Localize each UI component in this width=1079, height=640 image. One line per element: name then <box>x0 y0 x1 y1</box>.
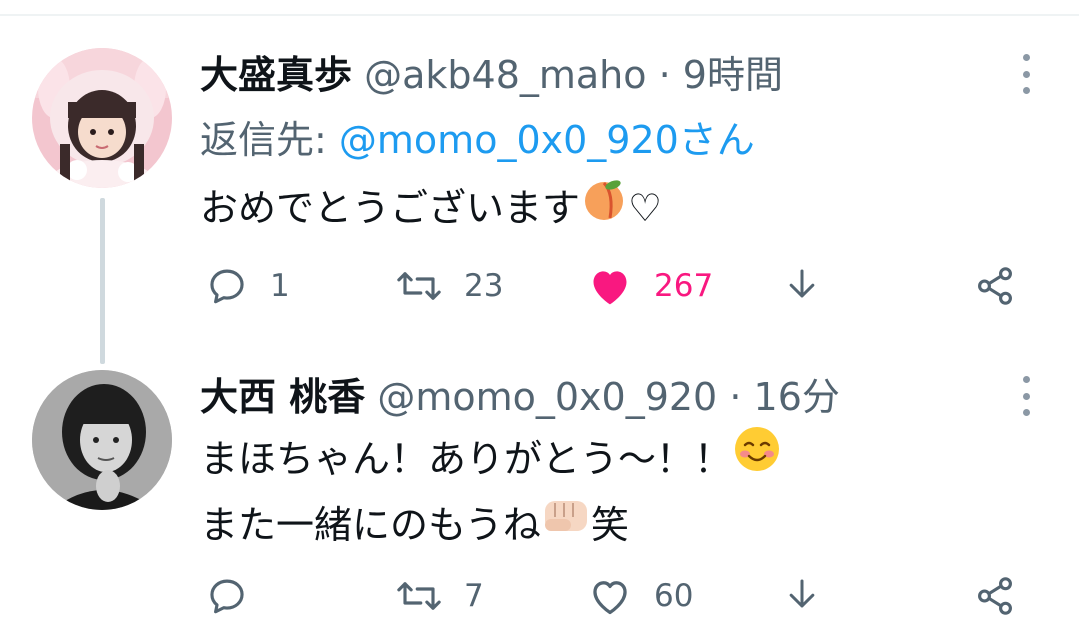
timestamp[interactable]: 16分 <box>754 375 840 419</box>
retweet-count: 7 <box>464 578 484 614</box>
text-suffix: 笑 <box>590 503 629 547</box>
reply-icon <box>210 579 244 614</box>
heart-outline-icon <box>593 581 627 615</box>
reply-button[interactable] <box>206 571 270 621</box>
share-button[interactable] <box>974 571 1016 621</box>
avatar-onishi-momoka[interactable] <box>32 370 172 510</box>
download-button[interactable] <box>782 571 822 621</box>
download-icon <box>789 579 815 608</box>
retweet-icon <box>397 582 441 610</box>
like-button[interactable]: 60 <box>588 571 693 621</box>
tweet-text: まほちゃん！ありがとう〜！！ また一緒にのもうね 笑 <box>200 427 782 558</box>
retweet-button[interactable]: 7 <box>396 571 484 621</box>
tweet-header: 大西 桃香 @momo_0x0_920 · 16分 <box>200 373 840 421</box>
user-handle[interactable]: @momo_0x0_920 <box>377 375 717 419</box>
like-count: 60 <box>654 578 694 614</box>
tweet-text-line2: また一緒にのもうね <box>200 503 541 547</box>
action-bar: 7 60 <box>0 571 1079 621</box>
tweet-text-line2-row: また一緒にのもうね 笑 <box>200 495 782 558</box>
tweet-2[interactable]: 大西 桃香 @momo_0x0_920 · 16分 まほちゃん！ありがとう〜！！… <box>0 0 1079 640</box>
smiling-blush-emoji <box>732 424 782 491</box>
more-options-icon[interactable] <box>1016 376 1036 416</box>
tweet-text-line1-row: まほちゃん！ありがとう〜！！ <box>200 427 782 495</box>
tweet-text-line1: まほちゃん！ありがとう〜！！ <box>200 437 733 481</box>
share-icon <box>978 577 1012 615</box>
display-name[interactable]: 大西 桃香 <box>200 375 365 419</box>
fist-emoji <box>541 493 591 554</box>
separator-dot: · <box>729 375 742 419</box>
